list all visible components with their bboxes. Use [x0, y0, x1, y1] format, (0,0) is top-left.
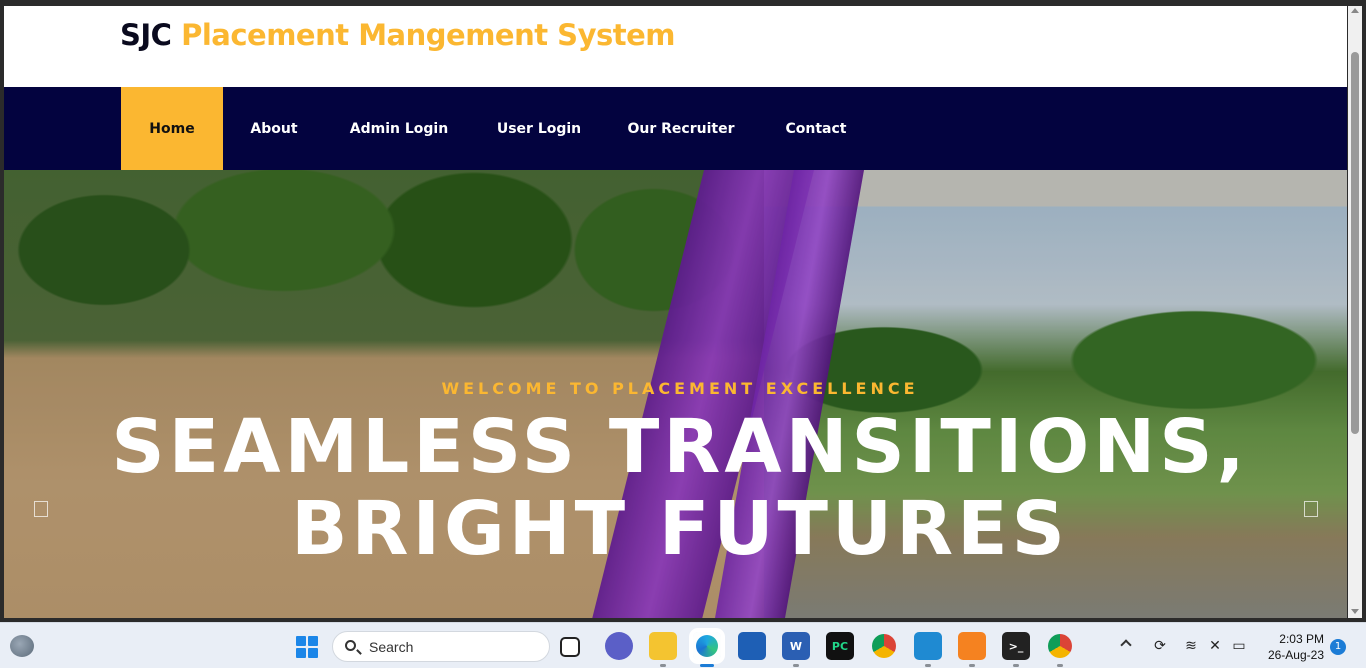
hero-carousel: WELCOME TO PLACEMENT EXCELLENCE SEAMLESS… [4, 170, 1347, 618]
running-indicator [793, 664, 799, 667]
battery-icon[interactable]: ▭ [1230, 637, 1248, 655]
scroll-down-arrow-icon[interactable] [1351, 609, 1359, 614]
chrome-icon[interactable] [870, 632, 898, 660]
clock-date: 26-Aug-23 [1267, 648, 1324, 662]
notification-badge[interactable]: 1 [1330, 639, 1346, 655]
search-icon [345, 640, 356, 651]
pycharm-icon[interactable]: PC [826, 632, 854, 660]
nav-item-home[interactable]: Home [121, 87, 223, 170]
start-windows-icon[interactable] [296, 636, 318, 658]
hero-headline: SEAMLESS TRANSITIONS, BRIGHT FUTURES [111, 404, 1249, 572]
chrome-profile-icon[interactable] [1046, 632, 1074, 660]
site-logo[interactable]: SJC Placement Mangement System [120, 18, 675, 52]
brand-title: Placement Mangement System [181, 18, 675, 52]
running-indicator [969, 664, 975, 667]
word-icon[interactable]: W [782, 632, 810, 660]
wifi-icon[interactable]: ≋ [1182, 637, 1200, 655]
nav-item-contact[interactable]: Contact [757, 87, 875, 170]
browser-window: SJC Placement Mangement System Home Abou… [0, 0, 1366, 622]
tray-overflow-chevron-icon[interactable] [1120, 639, 1132, 651]
edge-icon[interactable] [693, 632, 721, 660]
site-header: SJC Placement Mangement System [4, 6, 1347, 87]
active-app-indicator [700, 664, 714, 667]
running-indicator [925, 664, 931, 667]
running-indicator [1057, 664, 1063, 667]
volume-muted-icon[interactable]: ✕ [1206, 637, 1224, 655]
nav-item-our-recruiter[interactable]: Our Recruiter [605, 87, 757, 170]
task-view-icon[interactable] [560, 637, 580, 657]
search-label: Search [369, 639, 414, 655]
page-scrollbar[interactable] [1348, 6, 1362, 618]
nav-item-admin-login[interactable]: Admin Login [325, 87, 473, 170]
hero-eyebrow: WELCOME TO PLACEMENT EXCELLENCE [441, 379, 919, 398]
nav-item-about[interactable]: About [223, 87, 325, 170]
page-viewport: SJC Placement Mangement System Home Abou… [4, 6, 1347, 618]
carousel-next-button[interactable] [1304, 501, 1318, 517]
microsoft-store-icon[interactable] [738, 632, 766, 660]
widgets-weather-icon[interactable] [10, 635, 34, 657]
sync-icon[interactable]: ⟳ [1151, 637, 1169, 655]
clock-time: 2:03 PM [1279, 632, 1324, 646]
vscode-icon[interactable] [914, 632, 942, 660]
running-indicator [660, 664, 666, 667]
main-navigation: Home About Admin Login User Login Our Re… [4, 87, 1347, 170]
scroll-thumb[interactable] [1351, 52, 1359, 434]
carousel-prev-button[interactable] [34, 501, 48, 517]
teams-chat-icon[interactable] [605, 632, 633, 660]
taskbar-search-box[interactable]: Search [332, 631, 550, 662]
file-explorer-icon[interactable] [649, 632, 677, 660]
nav-item-user-login[interactable]: User Login [473, 87, 605, 170]
scroll-up-arrow-icon[interactable] [1351, 8, 1359, 13]
taskbar-clock[interactable]: 2:03 PM 26-Aug-23 [1258, 631, 1324, 663]
brand-prefix: SJC [120, 18, 172, 52]
windows-taskbar: Search W PC >_ ⟳ ≋ ✕ ▭ 2:03 PM 26-Aug-23… [0, 622, 1366, 668]
terminal-icon[interactable]: >_ [1002, 632, 1030, 660]
running-indicator [1013, 664, 1019, 667]
xampp-icon[interactable] [958, 632, 986, 660]
